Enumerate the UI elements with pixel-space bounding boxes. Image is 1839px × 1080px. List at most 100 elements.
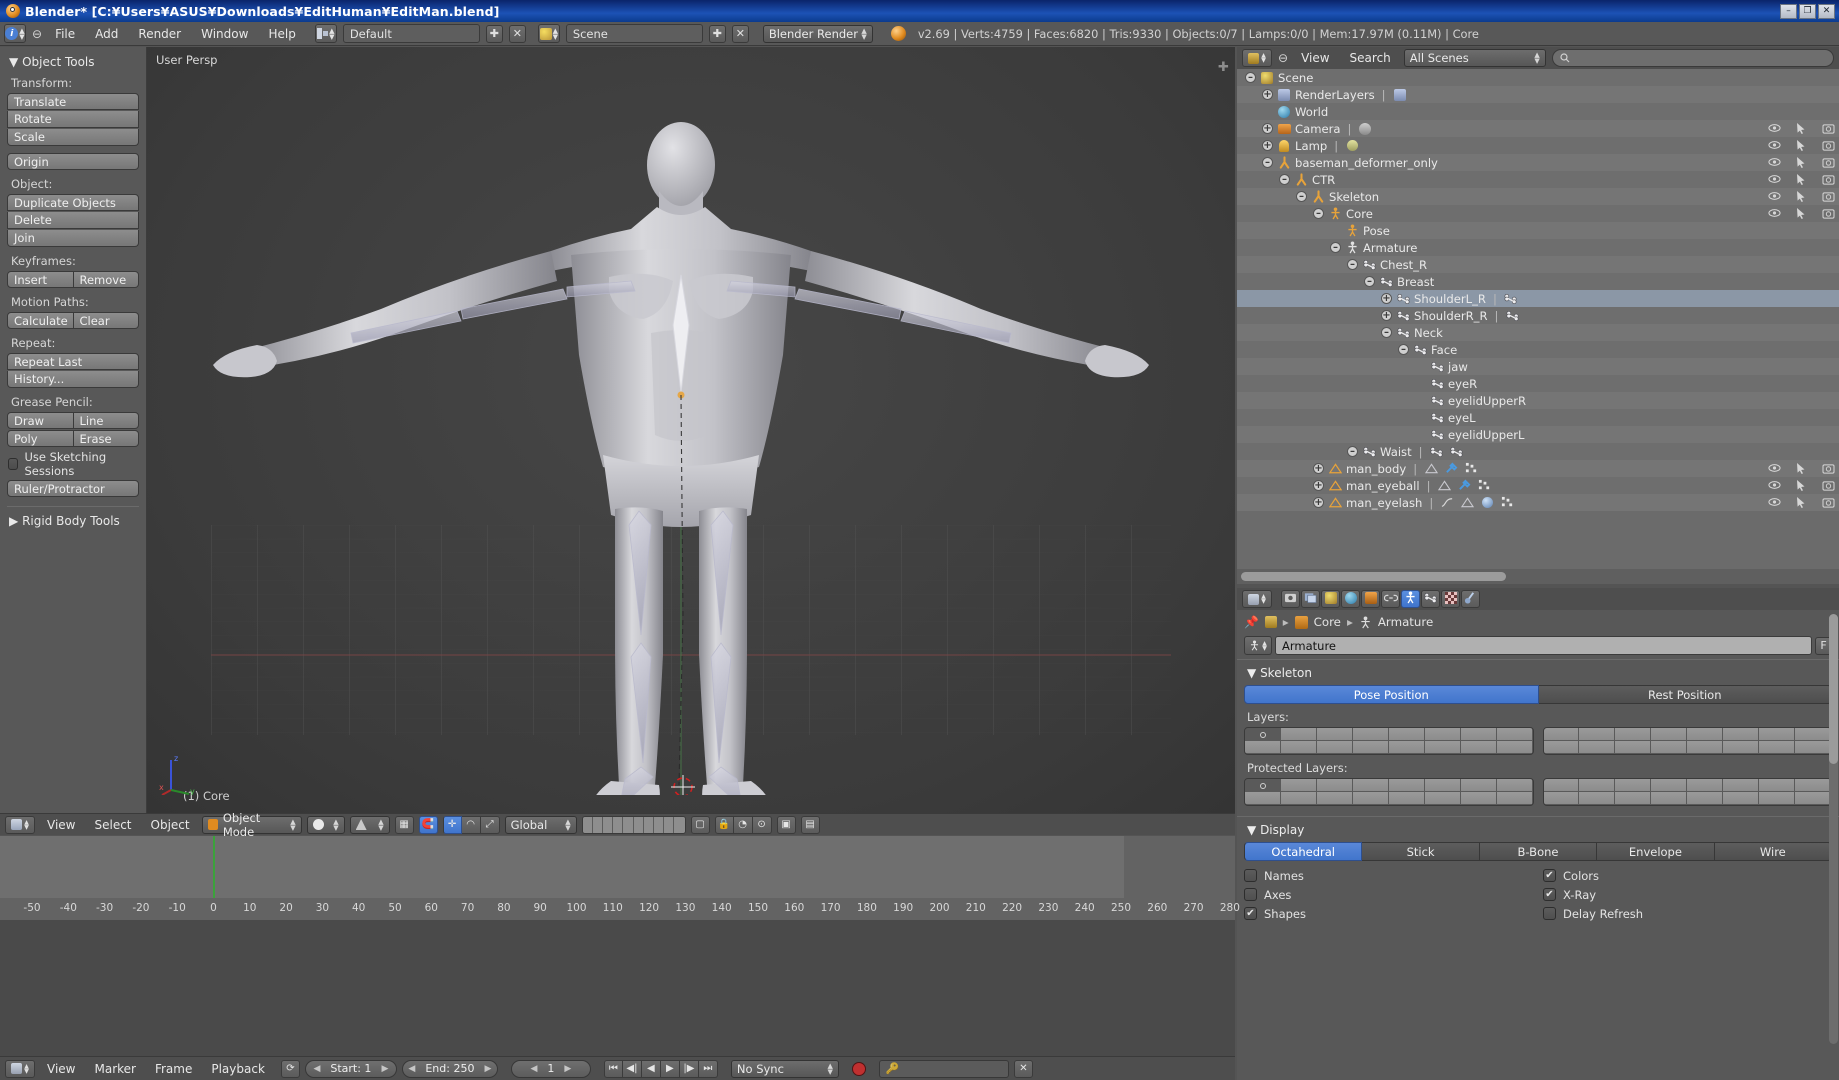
use-sketching-sessions-row[interactable]: Use Sketching Sessions	[8, 450, 139, 478]
restrict-eye-icon[interactable]	[1767, 206, 1781, 220]
restrict-camera-icon[interactable]	[1821, 121, 1835, 135]
restrict-eye-icon[interactable]	[1767, 172, 1781, 186]
display-option-shapes[interactable]: ✔ Shapes	[1244, 904, 1533, 923]
restrict-eye-icon[interactable]	[1767, 138, 1781, 152]
outliner-row-lamp[interactable]: + Lamp |	[1237, 137, 1839, 154]
pin-icon[interactable]: 📌	[1244, 615, 1259, 629]
camera-data-icon[interactable]	[1358, 122, 1372, 136]
menu-file[interactable]: File	[48, 26, 82, 42]
bone-icon[interactable]	[1450, 445, 1464, 459]
render-engine-select[interactable]: Blender Render ▲ ▼	[762, 24, 873, 43]
expand-toggle-icon[interactable]: –	[1398, 344, 1409, 355]
rigid-body-tools-panel-header[interactable]: ▶ Rigid Body Tools	[9, 514, 139, 528]
outliner-editor-icon[interactable]: ▲ ▼	[1242, 49, 1272, 67]
chevron-right-icon[interactable]: ▶	[381, 1064, 388, 1074]
layers-icon[interactable]: ▦	[394, 815, 414, 834]
chevron-right-icon[interactable]: ▶	[484, 1064, 491, 1074]
delete-button[interactable]: Delete	[7, 212, 139, 229]
chevron-left-icon[interactable]: ◀	[530, 1064, 537, 1074]
physics-tab[interactable]	[1461, 590, 1480, 608]
display-option-colors[interactable]: ✔ Colors	[1543, 866, 1832, 885]
translate-button[interactable]: Translate	[7, 93, 139, 110]
calculate-paths-button[interactable]: Calculate	[7, 312, 74, 329]
outliner-row-breast[interactable]: – Breast	[1237, 273, 1839, 290]
origin-button[interactable]: Origin	[7, 153, 139, 170]
outliner-row-scene[interactable]: – Scene	[1237, 69, 1839, 86]
constraints-tab[interactable]	[1381, 590, 1400, 608]
outliner-row-ctr[interactable]: – CTR	[1237, 171, 1839, 188]
display-type-b-bone[interactable]: B-Bone	[1479, 842, 1598, 861]
outliner-horizontal-scrollbar[interactable]	[1237, 569, 1839, 584]
camera-icon[interactable]: ▣	[776, 815, 796, 834]
translate-manipulator-icon[interactable]: ✛	[442, 815, 462, 834]
outliner-display-mode-select[interactable]: All Scenes ▲ ▼	[1403, 49, 1546, 67]
chevron-left-icon[interactable]: ◀	[408, 1064, 415, 1074]
restrict-cursor-icon[interactable]	[1794, 121, 1808, 135]
outliner-row-pose[interactable]: Pose	[1237, 222, 1839, 239]
screen-layout-field[interactable]: Default	[342, 24, 480, 43]
bone-constraint-tab[interactable]	[1441, 590, 1460, 608]
scene-field[interactable]: Scene	[565, 24, 703, 43]
current-frame-field[interactable]: ◀ 1 ▶	[510, 1059, 591, 1078]
chevron-right-icon[interactable]: ▶	[564, 1064, 571, 1074]
scale-button[interactable]: Scale	[7, 129, 139, 146]
outliner-row-face[interactable]: – Face	[1237, 341, 1839, 358]
end-frame-field[interactable]: ◀ End: 250 ▶	[401, 1059, 498, 1078]
restrict-camera-icon[interactable]	[1821, 138, 1835, 152]
menu-add[interactable]: Add	[88, 26, 125, 42]
expand-toggle-icon[interactable]: –	[1262, 157, 1273, 168]
rest-position-button[interactable]: Rest Position	[1538, 685, 1832, 704]
start-frame-field[interactable]: ◀ Start: 1 ▶	[304, 1059, 397, 1078]
expand-toggle-icon[interactable]: +	[1313, 480, 1324, 491]
outliner-row-eyelidupperr[interactable]: eyelidUpperR	[1237, 392, 1839, 409]
display-option-delay-refresh[interactable]: Delay Refresh	[1543, 904, 1832, 923]
outliner-row-renderlayers[interactable]: + RenderLayers |	[1237, 86, 1839, 103]
outliner-row-world[interactable]: World	[1237, 103, 1839, 120]
timeline-menu-frame[interactable]: Frame	[148, 1061, 199, 1077]
restrict-eye-icon[interactable]	[1767, 478, 1781, 492]
restrict-camera-icon[interactable]	[1821, 478, 1835, 492]
bone-icon[interactable]	[1505, 309, 1519, 323]
gp-poly-button[interactable]: Poly	[7, 430, 74, 447]
outliner-row-shoulderr-r[interactable]: + ShoulderR_R |	[1237, 307, 1839, 324]
delete-icon[interactable]: ✕	[1013, 1059, 1033, 1078]
restrict-cursor-icon[interactable]	[1794, 478, 1808, 492]
scene-layers-grid[interactable]	[581, 815, 686, 834]
close-button[interactable]: ✕	[1818, 3, 1835, 19]
properties-editor-icon[interactable]: ▲ ▼	[1242, 590, 1272, 608]
checkbox[interactable]	[1244, 869, 1257, 882]
checkbox[interactable]: ✔	[1543, 869, 1556, 882]
chevron-left-icon[interactable]: ◀	[313, 1064, 320, 1074]
join-button[interactable]: Join	[7, 230, 139, 247]
restrict-camera-icon[interactable]	[1821, 172, 1835, 186]
expand-toggle-icon[interactable]: –	[1347, 446, 1358, 457]
expand-toggle-icon[interactable]: –	[1245, 72, 1256, 83]
expand-toggle-icon[interactable]: +	[1262, 89, 1273, 100]
expand-toggle-icon[interactable]: –	[1279, 174, 1290, 185]
menu-help[interactable]: Help	[261, 26, 302, 42]
rotate-manipulator-icon[interactable]: ◠	[461, 815, 481, 834]
view3d-menu-select[interactable]: Select	[87, 817, 138, 833]
display-type-stick[interactable]: Stick	[1362, 842, 1480, 861]
outliner-row-eyer[interactable]: eyeR	[1237, 375, 1839, 392]
timeline-ruler[interactable]: -50 -40 -30 -20 -10 0 10 20 30 40 50 60 70 80 90 100 110…	[0, 898, 1240, 920]
record-icon[interactable]	[851, 1061, 866, 1076]
interaction-mode-select[interactable]: Object Mode ▲ ▼	[201, 811, 302, 839]
render-region-icon[interactable]: ▢	[690, 815, 710, 834]
display-option-axes[interactable]: Axes	[1244, 885, 1533, 904]
protected-group-right[interactable]	[1542, 778, 1832, 806]
pivot-point-select[interactable]: ▲ ▼	[349, 815, 390, 834]
restrict-eye-icon[interactable]	[1767, 495, 1781, 509]
expand-toggle-icon[interactable]: +	[1262, 140, 1273, 151]
restrict-cursor-icon[interactable]	[1794, 189, 1808, 203]
remove-keyframe-button[interactable]: Remove	[73, 271, 139, 288]
vertexgroup-icon[interactable]	[1464, 462, 1478, 476]
expand-toggle-icon[interactable]: +	[1381, 310, 1392, 321]
ruler-protractor-button[interactable]: Ruler/Protractor	[7, 480, 139, 497]
playhead[interactable]	[213, 836, 215, 898]
skeleton-section-header[interactable]: ▼ Skeleton	[1247, 666, 1832, 680]
mesh-data-icon[interactable]	[1424, 462, 1438, 476]
outliner-row-core[interactable]: – Core	[1237, 205, 1839, 222]
restrict-eye-icon[interactable]	[1767, 155, 1781, 169]
outliner-row-waist[interactable]: – Waist |	[1237, 443, 1839, 460]
